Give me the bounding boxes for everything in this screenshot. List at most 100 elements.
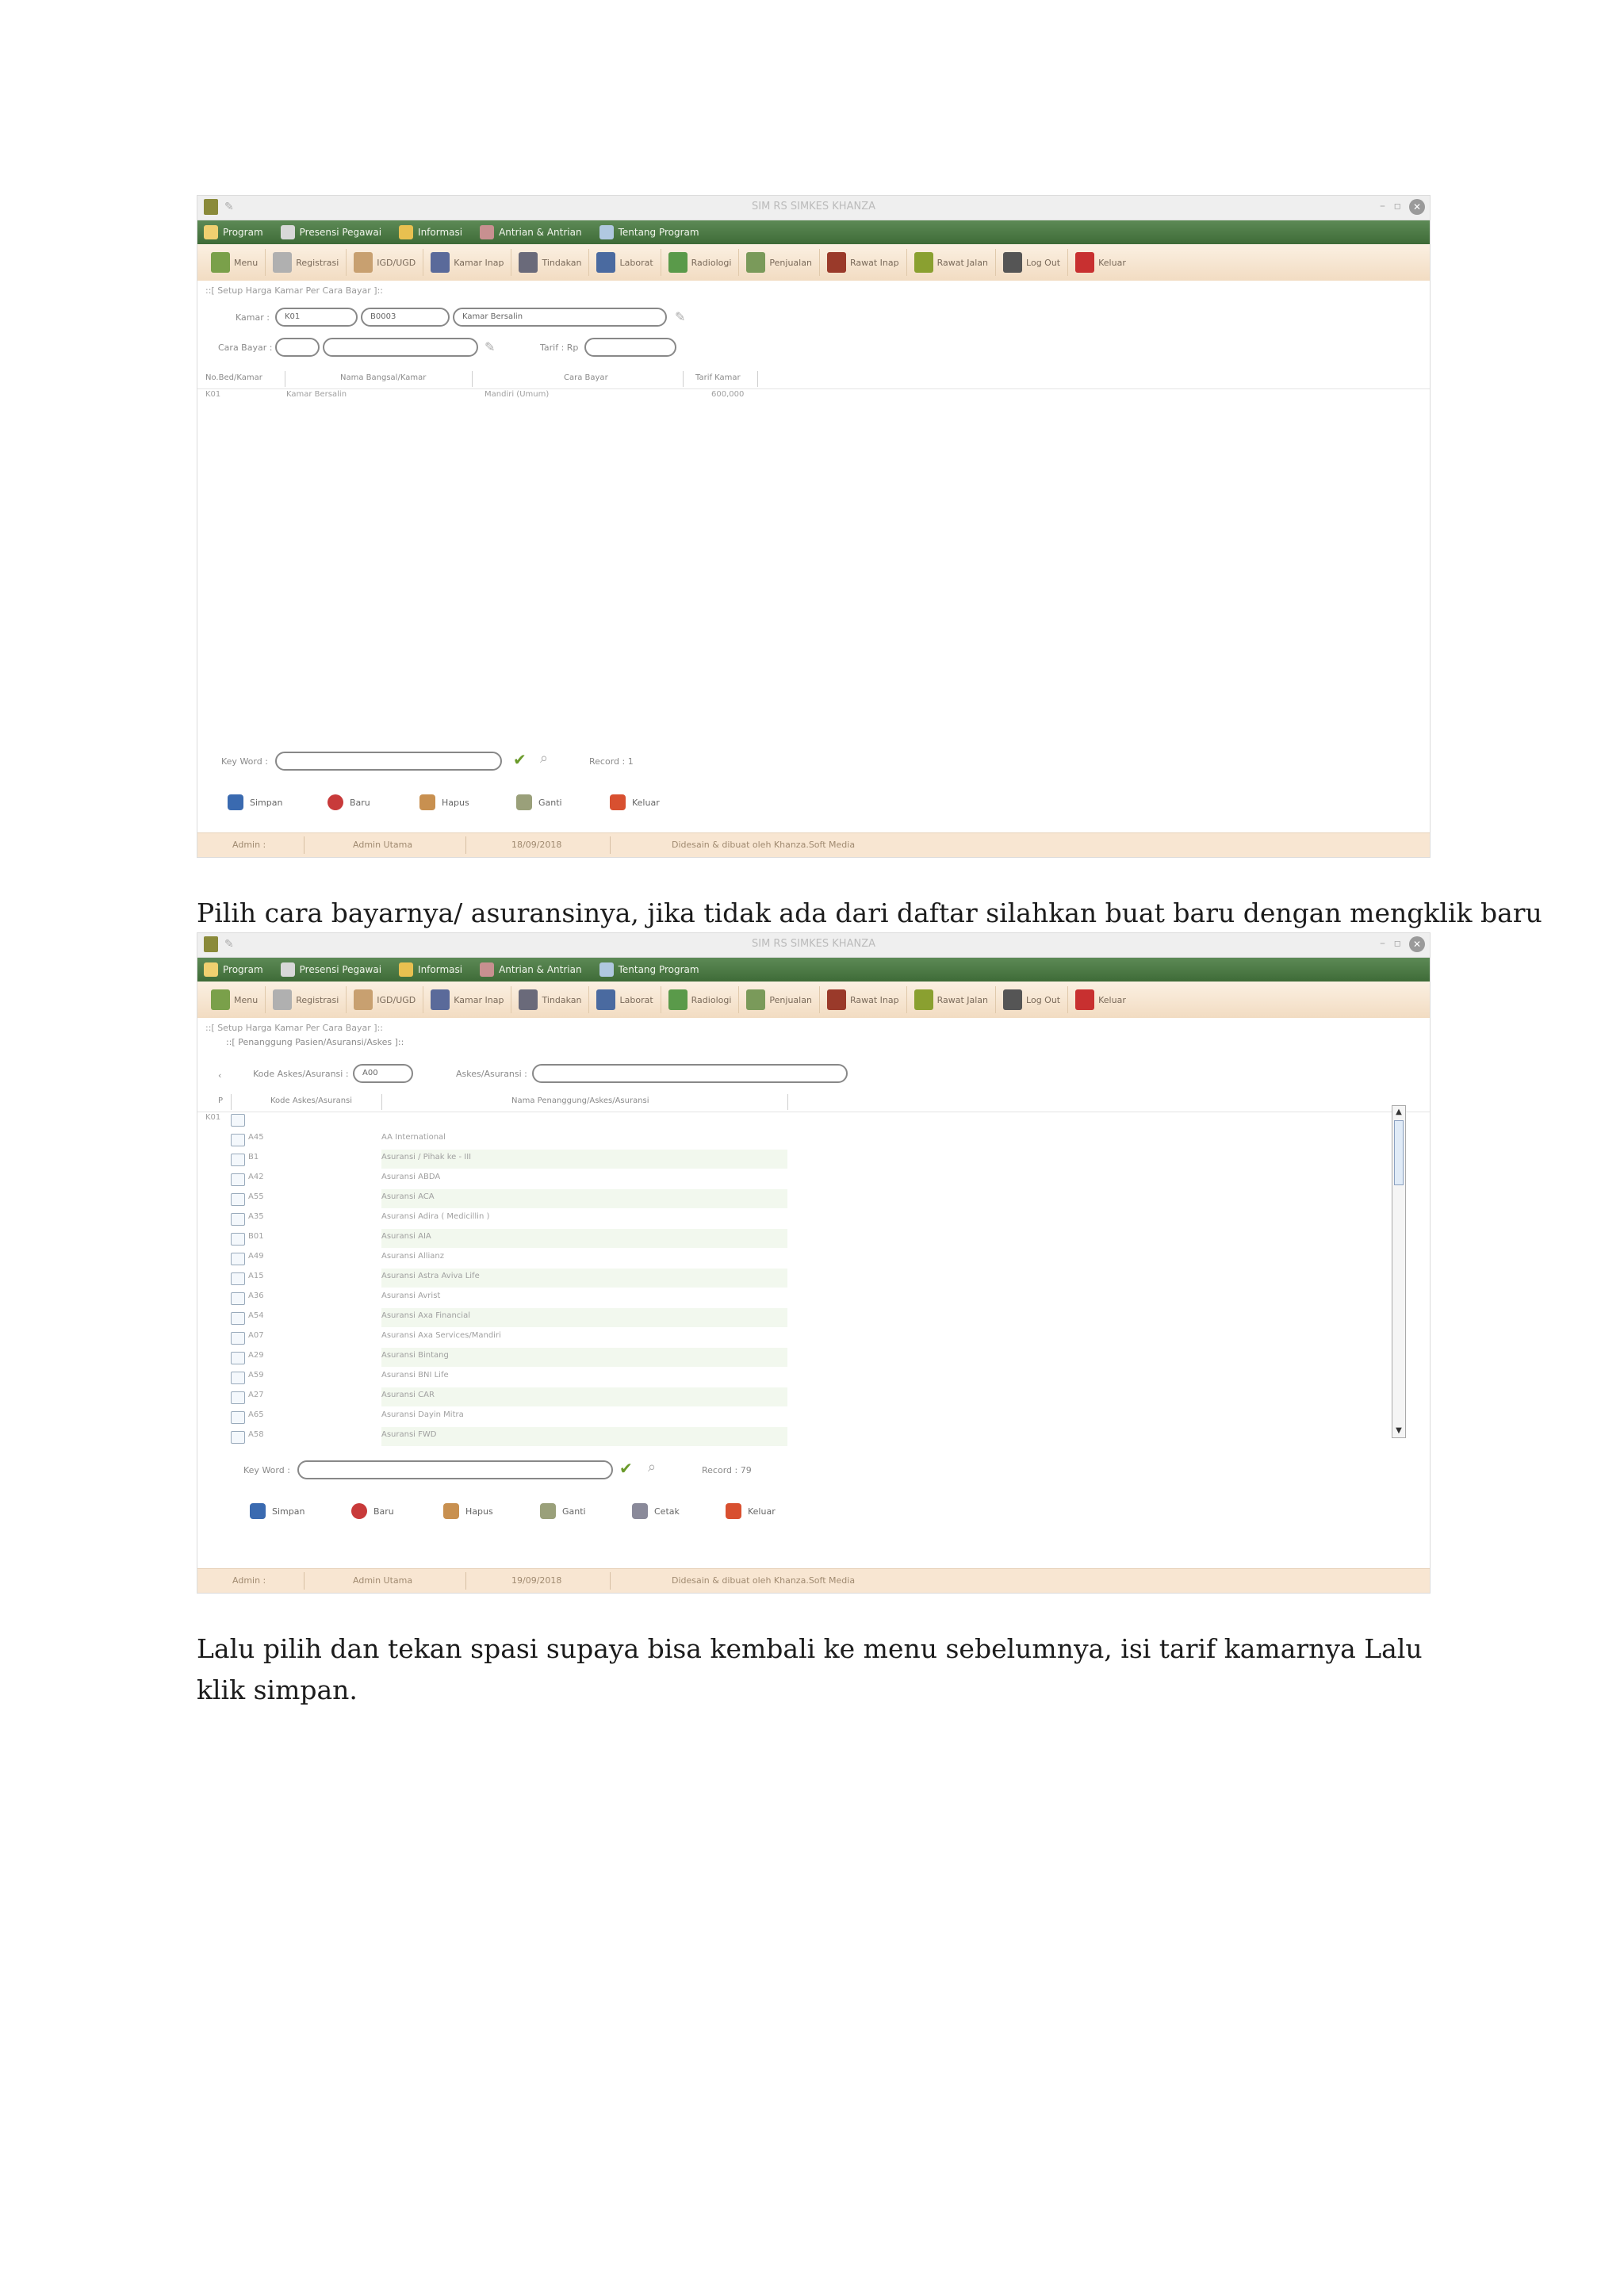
row-checkbox[interactable] bbox=[231, 1272, 245, 1285]
row-checkbox[interactable] bbox=[231, 1431, 245, 1444]
toolbar-menu[interactable]: Menu bbox=[204, 986, 266, 1013]
col-cara-bayar[interactable]: Cara Bayar bbox=[564, 373, 608, 382]
toolbar-radiologi[interactable]: Radiologi bbox=[661, 986, 740, 1013]
maximize-icon[interactable]: ▫ bbox=[1394, 200, 1402, 212]
menu-tentang[interactable]: Tentang Program bbox=[599, 225, 699, 239]
menu-antrian[interactable]: Antrian & Antrian bbox=[480, 225, 582, 239]
tindakan-icon bbox=[519, 989, 538, 1010]
toolbar-tindakan[interactable]: Tindakan bbox=[511, 986, 590, 1013]
keluar-button[interactable]: Keluar bbox=[726, 1503, 776, 1519]
simpan-button[interactable]: Simpan bbox=[250, 1503, 304, 1519]
pencil-icon[interactable]: ✎ bbox=[675, 309, 685, 324]
toolbar-keluar[interactable]: Keluar bbox=[1068, 986, 1133, 1013]
col-no-bed[interactable]: No.Bed/Kamar bbox=[205, 373, 262, 382]
scroll-down-icon[interactable]: ▼ bbox=[1392, 1425, 1405, 1437]
search-icon[interactable]: ⌕ bbox=[648, 1459, 656, 1475]
col-kode-askes[interactable]: Kode Askes/Asuransi bbox=[270, 1096, 352, 1105]
toolbar-menu[interactable]: Menu bbox=[204, 249, 266, 276]
row-checkbox[interactable] bbox=[231, 1372, 245, 1384]
cara-bayar-code-input[interactable] bbox=[275, 338, 320, 357]
list-scrollbar[interactable]: ▲ ▼ bbox=[1392, 1105, 1406, 1438]
minimize-icon[interactable]: – bbox=[1380, 200, 1385, 212]
baru-button[interactable]: Baru bbox=[327, 794, 370, 810]
col-tarif-kamar[interactable]: Tarif Kamar bbox=[695, 373, 741, 382]
close-icon[interactable]: ✕ bbox=[1409, 936, 1425, 952]
row-checkbox[interactable] bbox=[231, 1233, 245, 1246]
row-checkbox[interactable] bbox=[231, 1292, 245, 1305]
row-checkbox[interactable] bbox=[231, 1134, 245, 1146]
kamar-name-input[interactable]: Kamar Bersalin bbox=[453, 308, 667, 327]
hapus-button[interactable]: Hapus bbox=[443, 1503, 493, 1519]
menu-antrian[interactable]: Antrian & Antrian bbox=[480, 962, 582, 977]
ganti-button[interactable]: Ganti bbox=[540, 1503, 586, 1519]
menu-presensi[interactable]: Presensi Pegawai bbox=[280, 225, 381, 239]
menu-program[interactable]: Program bbox=[204, 225, 263, 239]
kamar-bangsal-input[interactable]: B0003 bbox=[361, 308, 450, 327]
toolbar-penjualan[interactable]: Penjualan bbox=[739, 249, 820, 276]
menu-tentang[interactable]: Tentang Program bbox=[599, 962, 699, 977]
row-checkbox[interactable] bbox=[231, 1154, 245, 1166]
askes-input[interactable] bbox=[532, 1064, 848, 1083]
row-code: A27 bbox=[248, 1391, 264, 1399]
toolbar-laborat[interactable]: Laborat bbox=[589, 986, 661, 1013]
menu-program[interactable]: Program bbox=[204, 962, 263, 977]
toolbar-tindakan[interactable]: Tindakan bbox=[511, 249, 590, 276]
row-checkbox[interactable] bbox=[231, 1391, 245, 1404]
keyword-input[interactable] bbox=[297, 1460, 613, 1479]
toolbar-registrasi[interactable]: Registrasi bbox=[266, 249, 347, 276]
simpan-button[interactable]: Simpan bbox=[228, 794, 282, 810]
row-checkbox[interactable] bbox=[231, 1173, 245, 1186]
scroll-thumb[interactable] bbox=[1394, 1120, 1404, 1185]
menu-presensi[interactable]: Presensi Pegawai bbox=[280, 962, 381, 977]
col-nama-bangsal[interactable]: Nama Bangsal/Kamar bbox=[340, 373, 426, 382]
keluar-button[interactable]: Keluar bbox=[610, 794, 660, 810]
ganti-button[interactable]: Ganti bbox=[516, 794, 562, 810]
toolbar-keluar[interactable]: Keluar bbox=[1068, 249, 1133, 276]
tarif-input[interactable] bbox=[584, 338, 676, 357]
kode-askes-input[interactable]: A00 bbox=[353, 1064, 413, 1083]
toolbar-igd[interactable]: IGD/UGD bbox=[347, 986, 424, 1013]
toolbar-kamar-inap[interactable]: Kamar Inap bbox=[423, 249, 512, 276]
row-checkbox[interactable] bbox=[231, 1193, 245, 1206]
baru-button[interactable]: Baru bbox=[351, 1503, 394, 1519]
cara-bayar-name-input[interactable] bbox=[323, 338, 478, 357]
toolbar-radiologi[interactable]: Radiologi bbox=[661, 249, 740, 276]
back-icon[interactable]: ‹ bbox=[218, 1070, 221, 1081]
close-icon[interactable]: ✕ bbox=[1409, 199, 1425, 215]
toolbar-rawat-inap[interactable]: Rawat Inap bbox=[820, 986, 907, 1013]
search-icon[interactable]: ⌕ bbox=[540, 750, 548, 767]
edit-icon bbox=[516, 794, 532, 810]
toolbar-rawat-inap[interactable]: Rawat Inap bbox=[820, 249, 907, 276]
col-nama-penanggung[interactable]: Nama Penanggung/Askes/Asuransi bbox=[511, 1096, 649, 1105]
minimize-icon[interactable]: – bbox=[1380, 937, 1385, 950]
row-checkbox[interactable] bbox=[231, 1332, 245, 1345]
toolbar-log-out[interactable]: Log Out bbox=[996, 249, 1069, 276]
row-checkbox[interactable] bbox=[231, 1253, 245, 1265]
menu-informasi[interactable]: Informasi bbox=[399, 962, 462, 977]
toolbar-registrasi[interactable]: Registrasi bbox=[266, 986, 347, 1013]
toolbar-rawat-jalan[interactable]: Rawat Jalan bbox=[907, 249, 997, 276]
row-checkbox[interactable] bbox=[231, 1312, 245, 1325]
toolbar-igd[interactable]: IGD/UGD bbox=[347, 249, 424, 276]
toolbar-kamar-inap[interactable]: Kamar Inap bbox=[423, 986, 512, 1013]
row-checkbox[interactable] bbox=[231, 1114, 245, 1127]
toolbar-laborat[interactable]: Laborat bbox=[589, 249, 661, 276]
hapus-button[interactable]: Hapus bbox=[419, 794, 469, 810]
toolbar-penjualan[interactable]: Penjualan bbox=[739, 986, 820, 1013]
menu-informasi[interactable]: Informasi bbox=[399, 225, 462, 239]
check-icon[interactable]: ✔ bbox=[619, 1459, 633, 1478]
maximize-icon[interactable]: ▫ bbox=[1394, 937, 1402, 950]
keyword-input[interactable] bbox=[275, 752, 502, 771]
check-icon[interactable]: ✔ bbox=[513, 750, 527, 769]
pencil-icon[interactable]: ✎ bbox=[485, 339, 495, 354]
scroll-up-icon[interactable]: ▲ bbox=[1392, 1106, 1405, 1119]
cetak-button[interactable]: Cetak bbox=[632, 1503, 680, 1519]
kamar-code-input[interactable]: K01 bbox=[275, 308, 358, 327]
informasi-icon bbox=[399, 962, 414, 977]
row-checkbox[interactable] bbox=[231, 1352, 245, 1364]
toolbar-rawat-jalan[interactable]: Rawat Jalan bbox=[907, 986, 997, 1013]
col-select[interactable]: P bbox=[218, 1096, 223, 1105]
row-checkbox[interactable] bbox=[231, 1213, 245, 1226]
toolbar-log-out[interactable]: Log Out bbox=[996, 986, 1069, 1013]
row-checkbox[interactable] bbox=[231, 1411, 245, 1424]
